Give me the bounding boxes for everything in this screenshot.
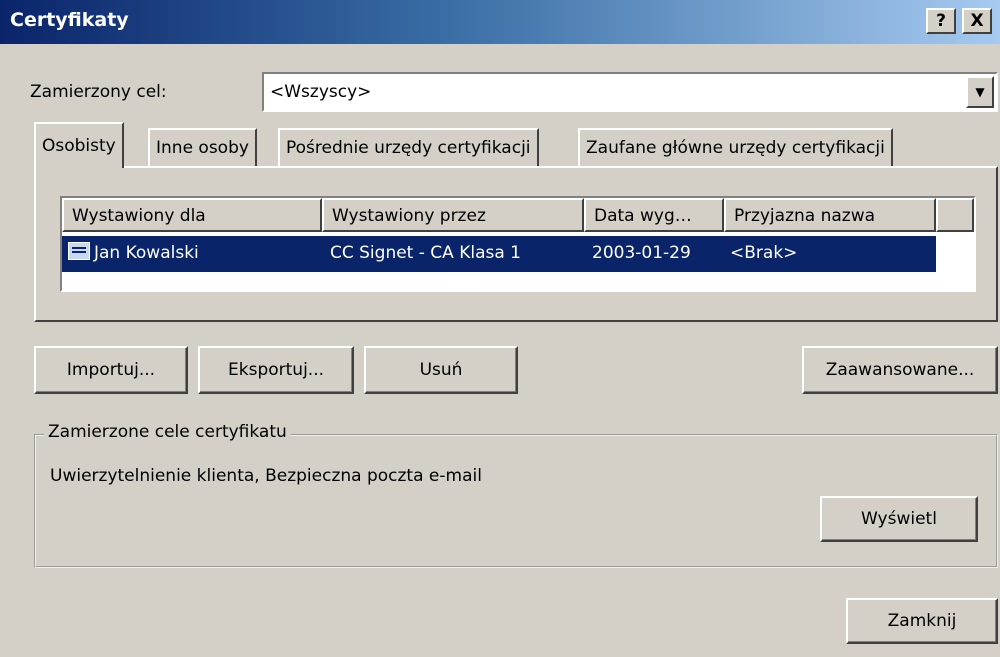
tab-intermediate-ca[interactable]: Pośrednie urzędy certyfikacji <box>278 128 539 166</box>
tab-personal-label: Osobisty <box>42 136 116 156</box>
certificate-purposes-title: Zamierzone cele certyfikatu <box>44 422 291 442</box>
tab-other-people[interactable]: Inne osoby <box>148 128 257 166</box>
close-window-button[interactable]: X <box>962 8 992 34</box>
column-expiration[interactable]: Data wyg… <box>584 198 724 232</box>
column-issued-by[interactable]: Wystawiony przez <box>322 198 584 232</box>
cell-issued-to: Jan Kowalski <box>94 243 199 263</box>
remove-button[interactable]: Usuń <box>364 346 518 394</box>
tab-trusted-root-ca-label: Zaufane główne urzędy certyfikacji <box>586 138 885 158</box>
purpose-label: Zamierzony cel: <box>30 82 167 102</box>
window-title: Certyfikaty <box>10 9 129 31</box>
purpose-value: <Wszyscy> <box>270 82 372 102</box>
column-filler <box>936 198 974 232</box>
import-button[interactable]: Importuj... <box>34 346 188 394</box>
tab-personal[interactable]: Osobisty <box>34 122 124 168</box>
dropdown-arrow-icon[interactable]: ▼ <box>966 76 994 108</box>
cell-issued-by: CC Signet - CA Klasa 1 <box>330 243 521 263</box>
close-button[interactable]: Zamknij <box>846 598 998 644</box>
tab-other-people-label: Inne osoby <box>156 138 249 158</box>
tab-intermediate-ca-label: Pośrednie urzędy certyfikacji <box>286 138 531 158</box>
export-button[interactable]: Eksportuj... <box>198 346 354 394</box>
view-button[interactable]: Wyświetl <box>820 496 978 542</box>
column-friendly-name[interactable]: Przyjazna nazwa <box>724 198 936 232</box>
cell-expiration: 2003-01-29 <box>592 243 691 263</box>
certificate-list[interactable]: Wystawiony dla Wystawiony przez Data wyg… <box>60 196 976 292</box>
tab-trusted-root-ca[interactable]: Zaufane główne urzędy certyfikacji <box>578 128 893 166</box>
cell-friendly-name: <Brak> <box>730 243 798 263</box>
purpose-select[interactable]: <Wszyscy> ▼ <box>262 72 998 112</box>
column-issued-to[interactable]: Wystawiony dla <box>62 198 322 232</box>
table-row[interactable]: Jan Kowalski CC Signet - CA Klasa 1 2003… <box>62 236 936 272</box>
help-button[interactable]: ? <box>926 8 956 34</box>
certificate-icon <box>68 242 90 260</box>
certificate-purposes-text: Uwierzytelnienie klienta, Bezpieczna poc… <box>50 466 482 486</box>
title-bar: Certyfikaty ? X <box>0 0 1000 44</box>
advanced-button[interactable]: Zaawansowane... <box>802 346 998 394</box>
